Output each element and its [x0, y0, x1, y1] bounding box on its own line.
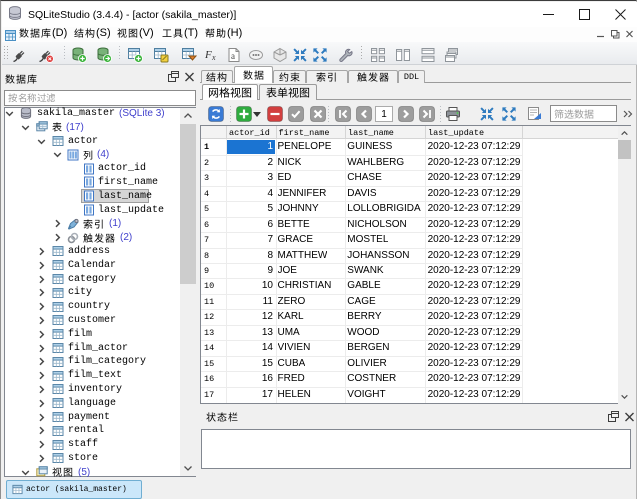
svg-text:F: F — [204, 49, 212, 61]
svg-text:a: a — [231, 51, 235, 61]
svg-text:x: x — [211, 53, 216, 62]
